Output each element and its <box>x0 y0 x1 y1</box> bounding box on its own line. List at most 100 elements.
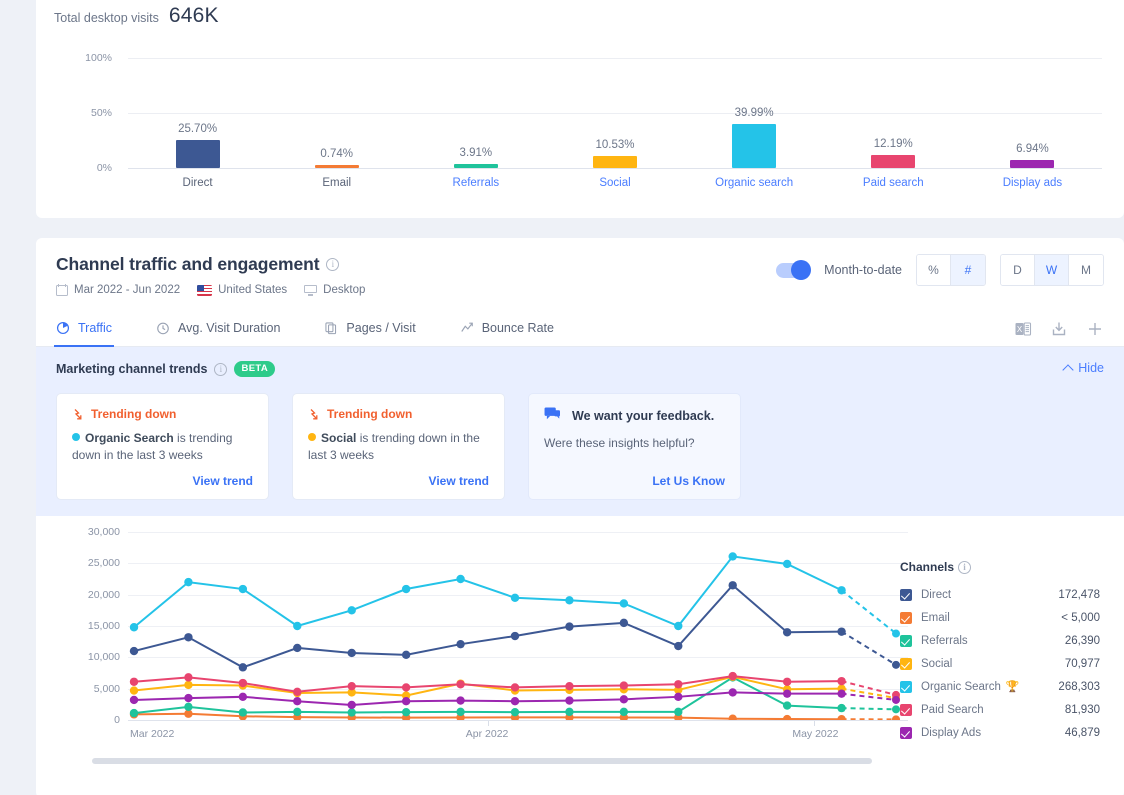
bar-rect[interactable] <box>1010 160 1054 168</box>
view-trend-link[interactable]: View trend <box>308 464 489 488</box>
legend-item[interactable]: Organic Search🏆268,303 <box>900 675 1100 698</box>
month-to-date-toggle[interactable] <box>776 263 810 278</box>
legend-info-icon[interactable]: i <box>958 561 971 574</box>
kpi-label: Total desktop visits <box>54 11 159 25</box>
bar-column[interactable]: 10.53%Social <box>545 46 684 168</box>
legend-item[interactable]: Direct 172,478 <box>900 583 1100 606</box>
bar-rect[interactable] <box>871 155 915 168</box>
legend-checkbox[interactable] <box>900 612 912 624</box>
country-label[interactable]: United States <box>218 284 287 296</box>
feedback-heading-row: We want your feedback. <box>544 407 725 425</box>
legend-checkbox[interactable] <box>900 589 912 601</box>
bar-value-label: 3.91% <box>406 147 545 159</box>
chart-horizontal-scrollbar[interactable] <box>92 758 872 764</box>
bar-category-label[interactable]: Social <box>545 177 684 189</box>
line-data-point <box>729 581 737 589</box>
line-data-point <box>729 688 737 696</box>
line-data-point <box>674 708 682 716</box>
metric-tabs: Traffic Avg. Visit Duration Pages / Visit B… <box>36 312 1124 347</box>
bar-category-label[interactable]: Referrals <box>406 177 545 189</box>
period-option-W[interactable]: W <box>1035 255 1069 285</box>
legend-checkbox[interactable] <box>900 681 912 693</box>
trends-header: Marketing channel trends i BETA <box>56 361 1104 377</box>
legend-checkbox[interactable] <box>900 727 912 739</box>
line-data-point <box>348 682 356 690</box>
line-data-point <box>348 649 356 657</box>
legend-item[interactable]: Email< 5,000 <box>900 606 1100 629</box>
line-data-point <box>239 693 247 701</box>
line-data-point <box>402 708 410 716</box>
bar-value-label: 25.70% <box>128 123 267 135</box>
line-data-point <box>729 715 737 720</box>
legend-item[interactable]: Referrals26,390 <box>900 629 1100 652</box>
let-us-know-link[interactable]: Let Us Know <box>544 464 725 488</box>
bar-rect[interactable] <box>176 140 220 168</box>
tab-avg-visit-duration[interactable]: Avg. Visit Duration <box>156 312 280 346</box>
bar-category-label[interactable]: Display ads <box>963 177 1102 189</box>
legend-checkbox[interactable] <box>900 704 912 716</box>
period-option-D[interactable]: D <box>1001 255 1035 285</box>
legend-checkbox[interactable] <box>900 658 912 670</box>
line-gridline <box>128 720 908 721</box>
line-data-point <box>620 599 628 607</box>
trend-insight-card: Trending downSocial is trending down in … <box>292 393 505 500</box>
tab-traffic[interactable]: Traffic <box>56 312 112 346</box>
view-trend-link[interactable]: View trend <box>72 464 253 488</box>
unit-option-percent[interactable]: % <box>917 255 951 285</box>
line-x-tick: May 2022 <box>792 728 838 740</box>
bar-category-label[interactable]: Paid search <box>824 177 963 189</box>
bar-rect[interactable] <box>454 164 498 168</box>
info-icon[interactable]: i <box>326 258 339 271</box>
line-series-svg <box>128 532 908 720</box>
legend-item[interactable]: Social70,977 <box>900 652 1100 675</box>
device-label[interactable]: Desktop <box>323 284 365 296</box>
line-data-point <box>783 678 791 686</box>
export-excel-icon[interactable]: X <box>1014 320 1032 338</box>
line-data-point <box>620 708 628 716</box>
bar-rect[interactable] <box>593 156 637 168</box>
line-data-point <box>674 642 682 650</box>
bar-category-label[interactable]: Organic search <box>685 177 824 189</box>
bar-column[interactable]: 25.70%Direct <box>128 46 267 168</box>
unit-segmented-control[interactable]: %# <box>916 254 986 286</box>
bar-column[interactable]: 0.74%Email <box>267 46 406 168</box>
bar-y-tick: 50% <box>50 107 112 119</box>
legend-checkbox[interactable] <box>900 635 912 647</box>
bar-column[interactable]: 6.94%Display ads <box>963 46 1102 168</box>
period-segmented-control[interactable]: DWM <box>1000 254 1104 286</box>
bar-column[interactable]: 39.99%Organic search <box>685 46 824 168</box>
line-data-point <box>293 622 301 630</box>
line-data-point <box>130 647 138 655</box>
line-data-point <box>674 693 682 701</box>
tab-bounce-rate[interactable]: Bounce Rate <box>460 312 554 346</box>
unit-option-count[interactable]: # <box>951 255 985 285</box>
period-option-M[interactable]: M <box>1069 255 1103 285</box>
legend-channel-name: Display Ads <box>921 727 981 739</box>
line-data-point <box>184 673 192 681</box>
legend-item[interactable]: Display Ads46,879 <box>900 721 1100 744</box>
line-data-point <box>837 689 845 697</box>
bar-column[interactable]: 12.19%Paid search <box>824 46 963 168</box>
line-y-tick: 10,000 <box>58 651 120 663</box>
hide-trends-button[interactable]: Hide <box>1064 361 1104 375</box>
bar-gridline <box>128 168 1102 169</box>
tab-pages-visit[interactable]: Pages / Visit <box>324 312 415 346</box>
line-data-point <box>348 708 356 716</box>
bar-rect[interactable] <box>315 165 359 168</box>
bar-value-label: 6.94% <box>963 143 1102 155</box>
legend-channel-name: Direct <box>921 589 951 601</box>
line-data-point <box>239 708 247 716</box>
download-icon[interactable] <box>1050 320 1068 338</box>
legend-channel-value: 172,478 <box>1058 589 1100 601</box>
legend-item[interactable]: Paid Search81,930 <box>900 698 1100 721</box>
bar-rect[interactable] <box>732 124 776 168</box>
feedback-card: We want your feedback.Were these insight… <box>528 393 741 500</box>
legend-channel-value: < 5,000 <box>1061 612 1100 624</box>
date-range-label[interactable]: Mar 2022 - Jun 2022 <box>74 284 180 296</box>
marketing-channel-trends-banner: Marketing channel trends i BETA Hide Tre… <box>36 347 1124 516</box>
insight-text: Social is trending down in the last 3 we… <box>308 430 489 464</box>
bar-column[interactable]: 3.91%Referrals <box>406 46 545 168</box>
add-icon[interactable] <box>1086 320 1104 338</box>
trends-info-icon[interactable]: i <box>214 363 227 376</box>
line-data-point <box>892 715 900 720</box>
